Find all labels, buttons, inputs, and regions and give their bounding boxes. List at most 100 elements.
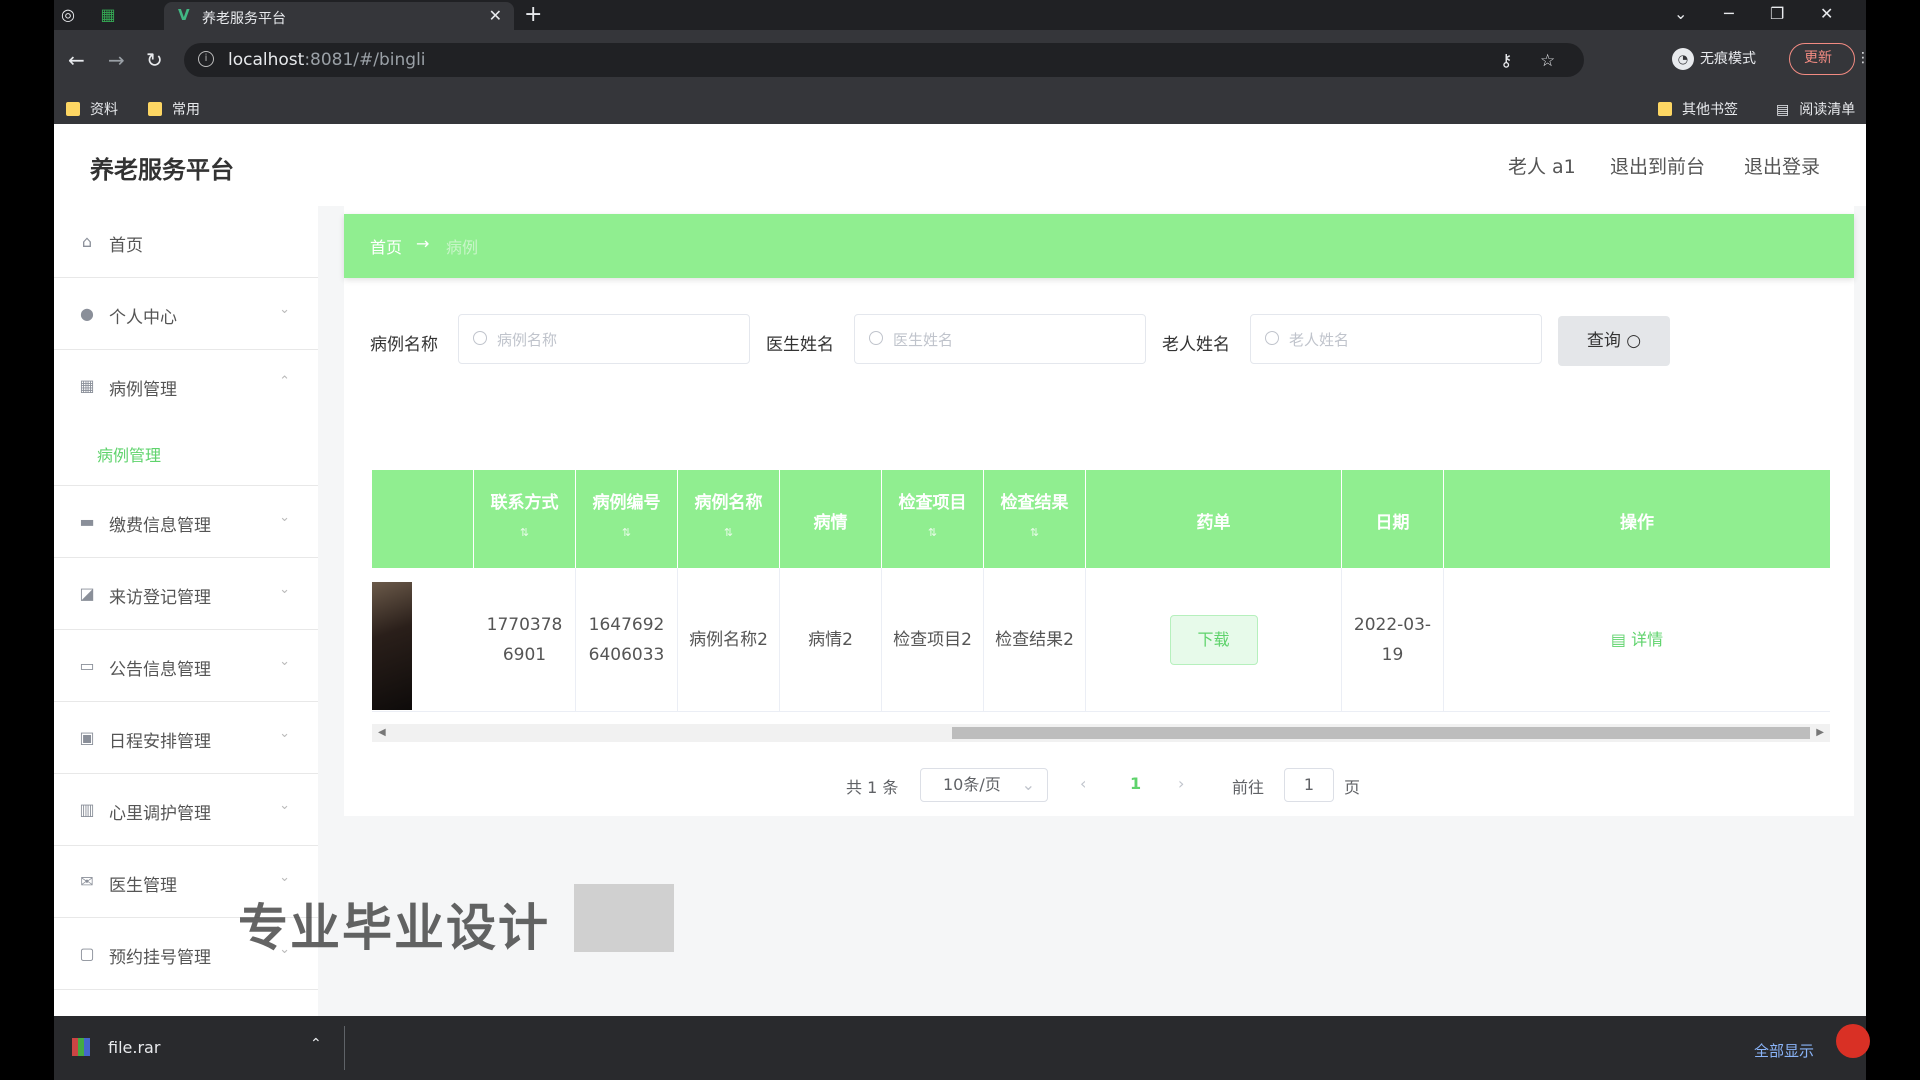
sidebar-item-personal-center[interactable]: ● 个人中心 ⌄ bbox=[54, 278, 318, 350]
elder-name-input[interactable] bbox=[1289, 327, 1529, 353]
folder-icon bbox=[66, 102, 80, 116]
download-item[interactable]: file.rar bbox=[72, 1038, 160, 1057]
doctor-name-input-wrap[interactable] bbox=[854, 314, 1146, 364]
incognito-indicator[interactable]: ◔ 无痕模式 bbox=[1672, 48, 1756, 70]
sidebar-item-label: 个人中心 bbox=[109, 308, 177, 328]
forward-icon[interactable]: → bbox=[108, 48, 125, 72]
th-contact[interactable]: 联系方式 ⇅ bbox=[474, 470, 576, 568]
td-actions: ▤ 详情 bbox=[1444, 568, 1830, 712]
detail-label: 详情 bbox=[1631, 630, 1664, 649]
elder-photo[interactable] bbox=[372, 582, 412, 710]
back-icon[interactable]: ← bbox=[68, 48, 85, 72]
bookmark-folder-1[interactable]: 资料 bbox=[66, 99, 118, 119]
reading-list-label: 阅读清单 bbox=[1799, 102, 1856, 118]
bookmark-folder-2[interactable]: 常用 bbox=[148, 99, 200, 119]
star-icon[interactable]: ☆ bbox=[1540, 51, 1555, 71]
th-exam-result[interactable]: 检查结果 ⇅ bbox=[984, 470, 1086, 568]
bookmark-label: 常用 bbox=[172, 102, 200, 118]
query-button[interactable]: 查询 ○ bbox=[1558, 316, 1670, 366]
sidebar-item-schedule[interactable]: ▣ 日程安排管理 ⌄ bbox=[54, 702, 318, 774]
sidebar-item-label: 病例管理 bbox=[109, 380, 177, 400]
download-button[interactable]: 下载 bbox=[1169, 615, 1258, 665]
key-icon[interactable]: ⚷ bbox=[1500, 51, 1512, 71]
th-label: 操作 bbox=[1620, 513, 1654, 533]
case-name-input[interactable] bbox=[497, 327, 737, 353]
table-horizontal-scrollbar[interactable]: ◀ ▶ bbox=[372, 724, 1830, 742]
reload-icon[interactable]: ↻ bbox=[146, 48, 163, 72]
breadcrumb-home[interactable]: 首页 bbox=[370, 234, 402, 258]
window-close-icon[interactable]: ✕ bbox=[1820, 4, 1833, 23]
th-label: 检查结果 bbox=[1000, 493, 1069, 513]
suitcase-icon: ▣ bbox=[79, 728, 95, 747]
th-label: 检查项目 bbox=[898, 493, 967, 513]
sheets-icon[interactable]: ▦ bbox=[98, 5, 118, 25]
document-icon: ▤ bbox=[1610, 630, 1632, 649]
incognito-label: 无痕模式 bbox=[1700, 51, 1756, 67]
blurred-region bbox=[574, 884, 674, 952]
th-label: 联系方式 bbox=[490, 493, 559, 513]
logout-link[interactable]: 退出登录 bbox=[1744, 152, 1820, 179]
site-info-icon[interactable]: i bbox=[198, 51, 214, 67]
browser-window: ◎ ▦ V 养老服务平台 ✕ + ⌄ ─ ❐ ✕ ← → ↻ i localho… bbox=[54, 0, 1870, 1080]
th-prescription[interactable]: 药单 bbox=[1086, 470, 1342, 568]
sidebar-item-label: 医生管理 bbox=[109, 876, 177, 896]
chevron-down-icon: ⌄ bbox=[279, 726, 290, 741]
th-condition[interactable]: 病情 bbox=[780, 470, 882, 568]
minimize-icon[interactable]: ─ bbox=[1724, 4, 1734, 23]
scroll-left-icon[interactable]: ◀ bbox=[378, 724, 386, 742]
prev-page-icon[interactable]: ‹ bbox=[1080, 774, 1086, 793]
sort-icon[interactable]: ⇅ bbox=[576, 526, 677, 539]
elder-name-input-wrap[interactable] bbox=[1250, 314, 1542, 364]
sidebar-item-psych-care[interactable]: ▥ 心里调护管理 ⌄ bbox=[54, 774, 318, 846]
sort-icon[interactable]: ⇅ bbox=[882, 526, 983, 539]
sidebar-item-home[interactable]: ⌂ 首页 bbox=[54, 206, 318, 278]
sidebar-item-visit-registration[interactable]: ◪ 来访登记管理 ⌄ bbox=[54, 558, 318, 630]
restore-icon[interactable]: ❐ bbox=[1770, 4, 1784, 23]
reading-list[interactable]: ▤ 阅读清单 bbox=[1776, 99, 1855, 119]
doctor-name-label: 医生姓名 bbox=[766, 335, 834, 355]
detail-link[interactable]: ▤ 详情 bbox=[1611, 625, 1663, 655]
page-size-select[interactable]: 10条/页 ⌄ bbox=[920, 768, 1048, 802]
chevron-down-icon: ⌄ bbox=[279, 654, 290, 669]
chevron-down-icon: ⌄ bbox=[279, 870, 290, 885]
submenu-item-case-management[interactable]: 病例管理 bbox=[54, 422, 318, 486]
tab-close-icon[interactable]: ✕ bbox=[489, 6, 502, 25]
chart-icon: ◪ bbox=[79, 584, 95, 603]
sidebar-item-payment[interactable]: ▬ 缴费信息管理 ⌄ bbox=[54, 486, 318, 558]
browser-logo-icon[interactable]: ◎ bbox=[58, 5, 78, 25]
th-case-name[interactable]: 病例名称 ⇅ bbox=[678, 470, 780, 568]
tab-search-icon[interactable]: ⌄ bbox=[1674, 4, 1687, 23]
update-button[interactable]: 更新 ⋮ bbox=[1789, 43, 1870, 75]
sort-icon[interactable]: ⇅ bbox=[474, 526, 575, 539]
menu-dots-icon[interactable]: ⋮ bbox=[1856, 44, 1870, 73]
search-icon bbox=[1265, 331, 1279, 345]
url-text[interactable]: localhost:8081/#/bingli bbox=[228, 50, 426, 70]
breadcrumb-current: 病例 bbox=[446, 238, 479, 257]
th-case-no[interactable]: 病例编号 ⇅ bbox=[576, 470, 678, 568]
th-date[interactable]: 日期 bbox=[1342, 470, 1444, 568]
sidebar-item-case-management[interactable]: ▦ 病例管理 ⌃ bbox=[54, 350, 318, 422]
new-tab-icon[interactable]: + bbox=[524, 2, 542, 27]
chevron-up-icon[interactable]: ⌃ bbox=[310, 1036, 322, 1052]
address-bar[interactable]: i localhost:8081/#/bingli ⚷ ☆ bbox=[184, 43, 1584, 77]
show-all-downloads-link[interactable]: 全部显示 bbox=[1754, 1040, 1814, 1061]
doctor-name-input[interactable] bbox=[893, 327, 1133, 353]
page-number-current[interactable]: 1 bbox=[1130, 774, 1141, 793]
sidebar-item-label: 心里调护管理 bbox=[109, 804, 211, 824]
sort-icon[interactable]: ⇅ bbox=[984, 526, 1085, 539]
tab-active[interactable]: V 养老服务平台 ✕ bbox=[164, 2, 514, 30]
download-file-name: file.rar bbox=[108, 1038, 161, 1057]
th-exam-item[interactable]: 检查项目 ⇅ bbox=[882, 470, 984, 568]
exit-to-front-link[interactable]: 退出到前台 bbox=[1610, 152, 1705, 179]
scrollbar-thumb[interactable] bbox=[952, 727, 1810, 739]
sidebar-item-announcements[interactable]: ▭ 公告信息管理 ⌄ bbox=[54, 630, 318, 702]
table-row[interactable]: 17703786901 16476926406033 病例名称2 病情2 检查项… bbox=[372, 568, 1830, 712]
case-table: 联系方式 ⇅ 病例编号 ⇅ 病例名称 ⇅ 病情 检查项目 ⇅ 检查结果 ⇅ 药单 日期 操… bbox=[372, 470, 1830, 720]
scroll-right-icon[interactable]: ▶ bbox=[1816, 724, 1824, 742]
sort-icon[interactable]: ⇅ bbox=[678, 526, 779, 539]
other-bookmarks[interactable]: 其他书签 bbox=[1658, 99, 1738, 119]
th-label: 病情 bbox=[813, 513, 848, 533]
next-page-icon[interactable]: › bbox=[1178, 774, 1184, 793]
case-name-input-wrap[interactable] bbox=[458, 314, 750, 364]
goto-page-input[interactable]: 1 bbox=[1284, 768, 1334, 802]
